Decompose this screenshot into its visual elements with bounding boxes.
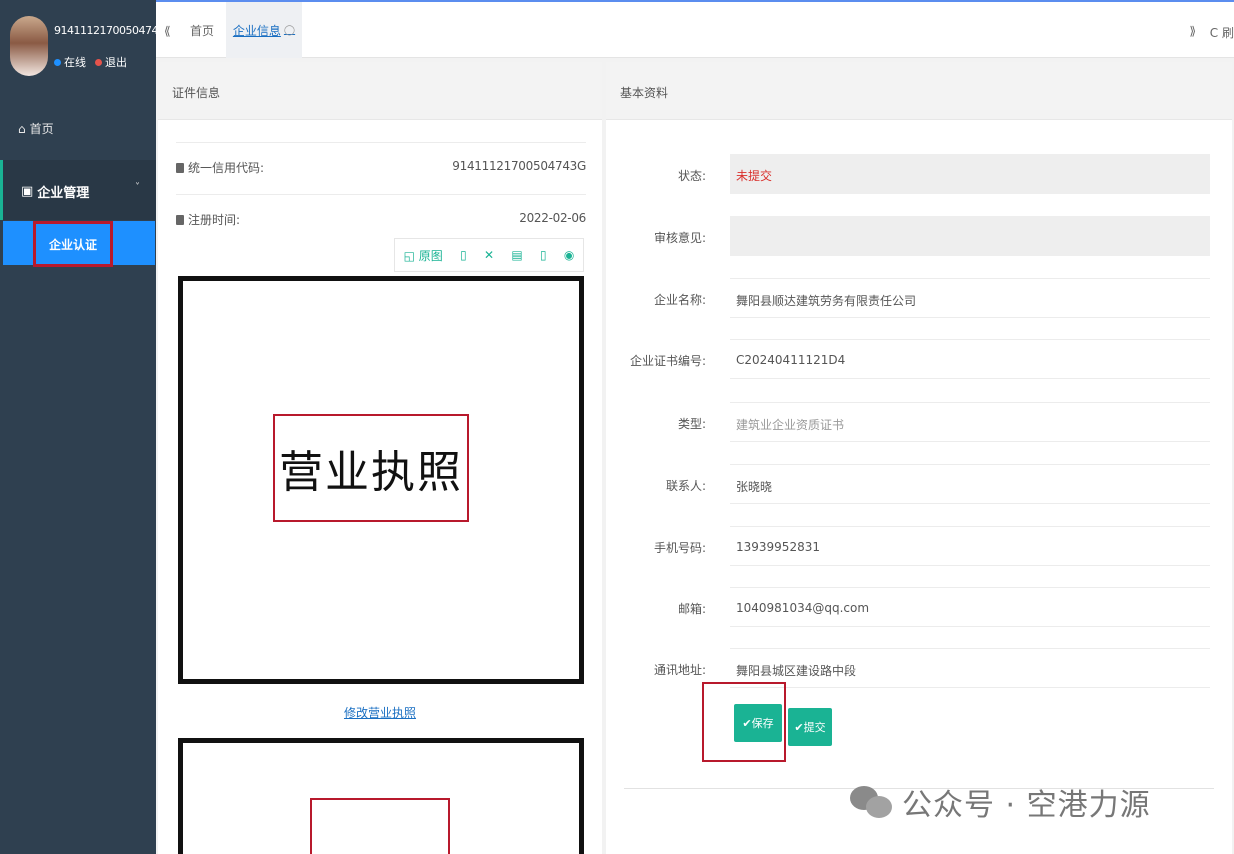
credit-code-value: 91411121700504743G <box>452 159 586 173</box>
form-row-email: 邮箱: 1040981034@qq.com <box>606 587 1232 627</box>
rotate-icon[interactable]: ▤ <box>511 248 522 262</box>
company-name-label: 企业名称: <box>653 293 706 307</box>
company-name-input[interactable]: 舞阳县顺达建筑劳务有限责任公司 <box>730 278 1210 318</box>
online-label: 在线 <box>64 56 86 69</box>
form-row-phone: 手机号码: 13939952831 <box>606 526 1232 566</box>
save-button-highlight: ✔保存 <box>702 682 786 762</box>
save-button[interactable]: ✔保存 <box>734 704 782 742</box>
chevron-down-icon[interactable]: ˅ <box>135 182 140 193</box>
id-card-icon <box>176 162 184 173</box>
cert-number-label: 企业证书编号: <box>629 354 706 368</box>
user-status: 在线 退出 <box>54 54 127 70</box>
info-row-register-date: 注册时间: 2022-02-06 <box>176 194 586 242</box>
fit-icon[interactable]: ▯ <box>460 248 467 262</box>
info-row-key: 统一信用代码: <box>176 159 264 176</box>
page-icon[interactable]: ▯ <box>540 248 547 262</box>
tab-bar: ⟪ 首页 企业信息 ◯ ⟫ C 刷 <box>156 0 1234 58</box>
address-label: 通讯地址: <box>653 663 706 677</box>
register-date-label: 注册时间: <box>188 213 241 227</box>
modify-license-link[interactable]: 修改营业执照 <box>158 704 602 721</box>
tab-scroll-left-icon[interactable]: ⟪ <box>164 24 171 38</box>
submit-button[interactable]: ✔提交 <box>788 708 832 746</box>
business-license-highlight: 营业执照 <box>273 414 469 522</box>
sidebar: 91411121700504743G 在线 退出 ⌂ 首页 ▣ 企业管理 ˅ 企… <box>0 0 173 854</box>
user-code: 91411121700504743G <box>54 24 173 37</box>
phone-input[interactable]: 13939952831 <box>730 526 1210 566</box>
sidebar-group-label: ▣ 企业管理 <box>21 182 89 201</box>
form-row-review-opinion: 审核意见: <box>606 216 1232 256</box>
close-icon[interactable]: ◯ <box>284 25 295 36</box>
logout-link[interactable]: 退出 <box>105 54 127 70</box>
review-opinion-label: 审核意见: <box>653 231 706 245</box>
review-opinion-field <box>730 216 1210 256</box>
type-select[interactable]: 建筑业企业资质证书 <box>730 402 1210 442</box>
folder-icon: ▣ <box>21 184 34 199</box>
business-license-image[interactable]: 营业执照 <box>178 276 584 684</box>
refresh-button[interactable]: C 刷 <box>1210 24 1234 41</box>
home-icon: ⌂ <box>18 121 26 136</box>
tab-enterprise-info[interactable]: 企业信息 ◯ <box>226 2 302 58</box>
logout-icon[interactable] <box>95 58 102 66</box>
online-dot-icon <box>54 58 61 66</box>
avatar[interactable] <box>10 16 48 76</box>
info-row-credit-code: 统一信用代码: 91411121700504743G <box>176 142 586 190</box>
image-toolbar: ◱ 原图 ▯ ✕ ▤ ▯ ◉ <box>394 238 584 272</box>
cert-number-input[interactable]: C20240411121D4 <box>730 339 1210 379</box>
contact-label: 联系人: <box>665 479 706 493</box>
second-document-image[interactable] <box>178 738 584 854</box>
certificate-panel: 证件信息 统一信用代码: 91411121700504743G 注册时间: 20… <box>158 62 602 854</box>
status-label: 状态: <box>677 169 706 183</box>
type-label: 类型: <box>677 417 706 431</box>
form-row-company-name: 企业名称: 舞阳县顺达建筑劳务有限责任公司 <box>606 278 1232 318</box>
business-license-title: 营业执照 <box>279 447 463 498</box>
tab-home[interactable]: 首页 <box>190 2 214 58</box>
tab-scroll-right-icon[interactable]: ⟫ <box>1189 24 1196 38</box>
form-row-contact: 联系人: 张晓晓 <box>606 464 1232 504</box>
expand-icon[interactable]: ✕ <box>484 248 494 262</box>
sidebar-item-home-label: 首页 <box>29 122 54 136</box>
sidebar-item-label[interactable]: 企业认证 <box>33 221 113 267</box>
basic-info-panel-title: 基本资料 <box>606 62 1232 120</box>
info-row-key: 注册时间: <box>176 211 240 228</box>
form-row-type: 类型: 建筑业企业资质证书 <box>606 402 1232 442</box>
form-row-status: 状态: 未提交 <box>606 154 1232 194</box>
phone-label: 手机号码: <box>653 541 706 555</box>
wechat-logo-icon <box>850 784 894 820</box>
bubble <box>866 796 892 818</box>
original-image-button[interactable]: ◱ 原图 <box>404 247 443 264</box>
sidebar-group-text: 企业管理 <box>37 186 90 201</box>
email-input[interactable]: 1040981034@qq.com <box>730 587 1210 627</box>
address-input[interactable]: 舞阳县城区建设路中段 <box>730 648 1210 688</box>
calendar-icon <box>176 214 184 225</box>
watermark: 公众号 · 空港力源 <box>850 780 1151 824</box>
email-label: 邮箱: <box>677 602 706 616</box>
info-icon[interactable]: ◉ <box>564 248 574 262</box>
basic-info-panel: 基本资料 状态: 未提交 审核意见: 企业名称: 舞阳县顺达建筑劳务有限责任公司… <box>606 62 1232 854</box>
form-row-address: 通讯地址: 舞阳县城区建设路中段 <box>606 648 1232 688</box>
contact-input[interactable]: 张晓晓 <box>730 464 1210 504</box>
sidebar-item-home[interactable]: ⌂ 首页 <box>18 120 54 137</box>
status-field: 未提交 <box>730 154 1210 194</box>
register-date-value: 2022-02-06 <box>519 211 586 225</box>
certificate-panel-title: 证件信息 <box>158 62 602 120</box>
sidebar-group-enterprise[interactable]: ▣ 企业管理 ˅ <box>0 160 156 220</box>
watermark-text: 公众号 · 空港力源 <box>902 788 1151 823</box>
second-document-highlight <box>310 798 450 854</box>
form-row-cert-number: 企业证书编号: C20240411121D4 <box>606 339 1232 379</box>
user-block: 91411121700504743G 在线 退出 <box>10 16 173 80</box>
sidebar-item-enterprise-cert[interactable]: 企业认证 <box>3 221 155 267</box>
credit-code-label: 统一信用代码: <box>188 161 265 175</box>
tab-enterprise-info-label: 企业信息 <box>232 23 281 38</box>
